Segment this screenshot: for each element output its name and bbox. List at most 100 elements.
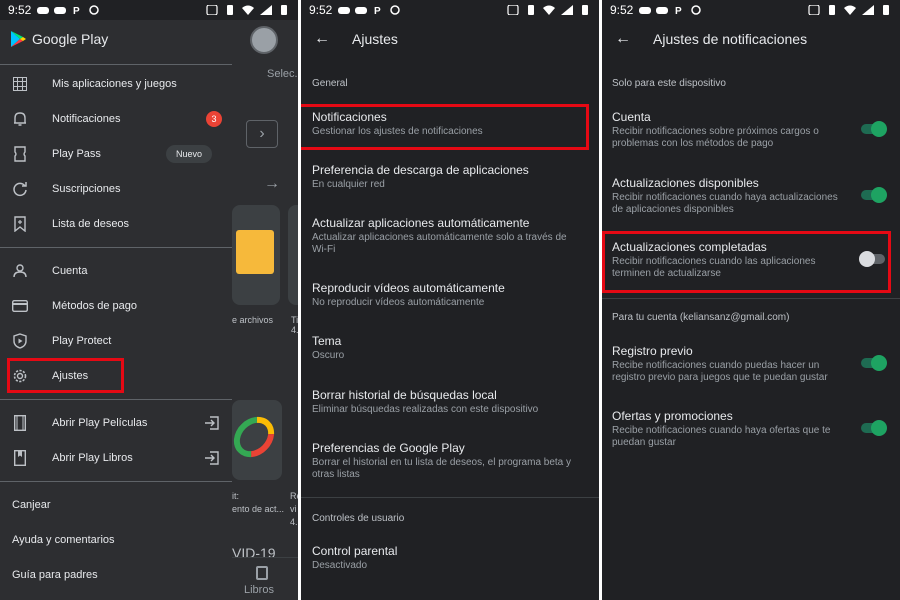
drawer-item-payment[interactable]: Métodos de pago: [0, 289, 232, 323]
toggle-knob: [871, 355, 887, 371]
drawer-item-label: Abrir Play Películas: [52, 417, 148, 429]
toggle-switch-updates-available[interactable]: [861, 187, 887, 203]
signal-icon: [260, 5, 272, 15]
vibrate-icon: [528, 5, 534, 15]
sync-icon: [390, 5, 401, 15]
setting-subtitle: Recibir notificaciones sobre próximos ca…: [612, 126, 819, 149]
divider: [0, 481, 232, 482]
avatar[interactable]: [250, 26, 278, 54]
drawer-item-help[interactable]: Ayuda y comentarios: [0, 525, 232, 555]
svg-text:P: P: [675, 6, 682, 15]
app-card-label: e archivos: [232, 315, 274, 325]
drawer-item-account[interactable]: Cuenta: [0, 254, 232, 288]
page-title: Ajustes: [352, 31, 398, 47]
drawer-item-notifications[interactable]: Notificaciones 3: [0, 102, 232, 136]
app-bar: ← Ajustes de notificaciones: [602, 20, 900, 58]
gamepad-icon: [639, 7, 652, 14]
app-card-label: Ti 4.: [291, 315, 298, 335]
drawer-item-subscriptions[interactable]: Suscripciones: [0, 172, 232, 206]
drawer-item-open-books[interactable]: Abrir Play Libros: [0, 441, 232, 475]
drawer-item-parent-guide[interactable]: Guía para padres: [0, 560, 232, 590]
new-badge: Nuevo: [166, 145, 213, 163]
drawer-item-play-protect[interactable]: Play Protect: [0, 324, 232, 358]
sync-icon: [691, 5, 702, 15]
toggle-switch-pre-registration[interactable]: [861, 355, 887, 371]
settings-item-title: Actualizar aplicaciones automáticamente: [312, 216, 530, 230]
notification-setting-updates-available[interactable]: Actualizaciones disponibles Recibir noti…: [612, 176, 892, 216]
notification-settings-screen: 9:52 P ← Ajustes de notificaciones Solo …: [602, 0, 900, 600]
app-card[interactable]: [288, 205, 298, 305]
play-store-background: Selec. › → e archivos Ti 4. it: ento de ac…: [225, 20, 298, 600]
setting-subtitle: Recibe notificaciones cuando puedas hace…: [612, 360, 828, 383]
drawer-item-open-movies[interactable]: Abrir Play Películas: [0, 406, 232, 440]
settings-item-auto-update[interactable]: Actualizar aplicaciones automáticamente …: [312, 216, 582, 256]
vibrate-icon: [227, 5, 233, 15]
divider: [0, 64, 232, 65]
section-header-account: Para tu cuenta (keliansanz@gmail.com): [612, 312, 790, 323]
notification-setting-pre-registration[interactable]: Registro previo Recibe notificaciones cu…: [612, 344, 892, 384]
drawer-item-label: Notificaciones: [52, 113, 121, 125]
settings-item-title: Tema: [312, 334, 342, 348]
highlight-box: [301, 104, 589, 150]
settings-item-parental-control[interactable]: Control parental Desactivado: [312, 544, 582, 572]
app-bar: ← Ajustes: [301, 20, 599, 58]
book-icon[interactable]: [256, 566, 268, 580]
divider: [301, 497, 599, 498]
divider: [0, 247, 232, 248]
app-card-label: Revi4.: [290, 491, 298, 527]
drawer-item-play-pass[interactable]: Play Pass Nuevo: [0, 137, 232, 171]
drawer-item-label: Mis aplicaciones y juegos: [52, 78, 177, 90]
bookmark-icon: [12, 216, 28, 232]
apps-grid-icon: [12, 76, 28, 92]
setting-title: Registro previo: [612, 344, 693, 358]
svg-text:P: P: [73, 6, 80, 15]
settings-item-theme[interactable]: Tema Oscuro: [312, 334, 582, 362]
nfc-icon: [507, 5, 519, 15]
film-icon: [12, 415, 28, 431]
toggle-switch-offers[interactable]: [861, 420, 887, 436]
notification-setting-offers[interactable]: Ofertas y promociones Recibe notificacio…: [612, 409, 892, 449]
drawer-item-redeem[interactable]: Canjear: [0, 490, 232, 520]
gamepad-icon: [656, 7, 669, 14]
open-external-icon: [205, 416, 219, 430]
person-icon: [12, 263, 28, 279]
settings-item-autoplay-video[interactable]: Reproducir vídeos automáticamente No rep…: [312, 281, 582, 309]
signal-icon: [561, 5, 573, 15]
refresh-icon: [12, 181, 28, 197]
drawer-item-label: Suscripciones: [52, 183, 121, 195]
gamepad-icon: [338, 7, 351, 14]
status-bar: 9:52 P: [0, 0, 298, 20]
chevron-right-icon[interactable]: ›: [246, 120, 278, 148]
status-bar: 9:52 P: [602, 0, 900, 20]
settings-item-subtitle: Desactivado: [312, 560, 368, 571]
drawer-item-label: Abrir Play Libros: [52, 452, 133, 464]
play-drawer-screen: 9:52 P Selec. › → e archivos Ti 4. it: ent…: [0, 0, 298, 600]
section-header-device: Solo para este dispositivo: [612, 78, 726, 89]
toggle-knob: [871, 187, 887, 203]
back-arrow-icon[interactable]: ←: [615, 30, 631, 48]
drawer-item-label: Play Pass: [52, 148, 101, 160]
open-external-icon: [205, 451, 219, 465]
battery-icon: [883, 5, 889, 15]
drawer-item-wishlist[interactable]: Lista de deseos: [0, 207, 232, 241]
settings-item-download-pref[interactable]: Preferencia de descarga de aplicaciones …: [312, 163, 582, 191]
vibrate-icon: [829, 5, 835, 15]
signal-icon: [862, 5, 874, 15]
setting-title: Ofertas y promociones: [612, 409, 733, 423]
divider: [602, 298, 900, 299]
tab-selected[interactable]: Selec.: [267, 68, 298, 80]
toggle-switch-account[interactable]: [861, 121, 887, 137]
app-name: Google Play: [32, 31, 109, 47]
settings-item-clear-history[interactable]: Borrar historial de búsquedas local Elim…: [312, 388, 582, 416]
notification-setting-account[interactable]: Cuenta Recibir notificaciones sobre próx…: [612, 110, 892, 150]
battery-icon: [281, 5, 287, 15]
app-card-label: it: ento de act...: [232, 491, 285, 514]
setting-title: Cuenta: [612, 110, 651, 124]
arrow-right-icon[interactable]: →: [264, 175, 280, 193]
settings-item-title: Preferencias de Google Play: [312, 441, 465, 455]
settings-item-play-preferences[interactable]: Preferencias de Google Play Borrar el hi…: [312, 441, 582, 481]
back-arrow-icon[interactable]: ←: [314, 30, 330, 48]
drawer-item-my-apps[interactable]: Mis aplicaciones y juegos: [0, 67, 232, 101]
nav-libros[interactable]: Libros: [244, 584, 274, 596]
status-time: 9:52: [309, 3, 333, 17]
